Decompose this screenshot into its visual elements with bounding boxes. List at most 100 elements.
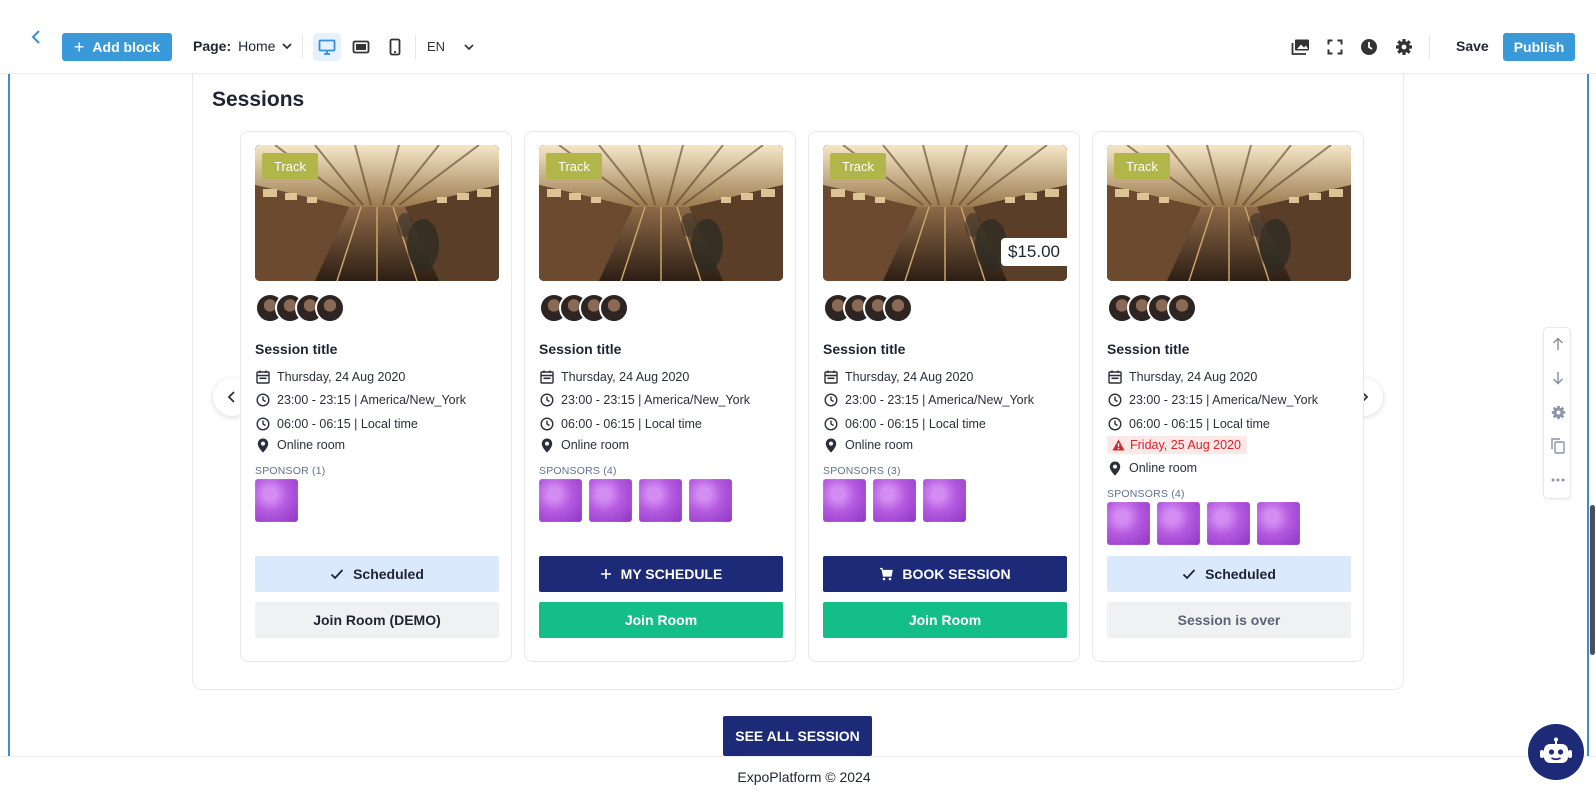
page-footer: ExpoPlatform © 2024	[0, 756, 1596, 797]
section-title: Sessions	[212, 88, 305, 111]
device-desktop-button[interactable]	[313, 33, 341, 61]
see-all-sessions-button[interactable]: SEE ALL SESSION	[723, 716, 872, 756]
session-card[interactable]: Track Session title Thursday, 24 Aug 202…	[240, 131, 512, 662]
more-options-button[interactable]	[1548, 470, 1568, 490]
sponsor-logo[interactable]	[823, 479, 866, 522]
session-title[interactable]: Session title	[823, 341, 905, 357]
sponsor-logo[interactable]	[689, 479, 732, 522]
gear-icon	[1396, 39, 1412, 55]
sponsor-logo[interactable]	[873, 479, 916, 522]
session-date-text: Thursday, 24 Aug 2020	[845, 370, 974, 384]
sponsor-logo[interactable]	[1257, 502, 1300, 545]
media-library-button[interactable]	[1289, 35, 1313, 59]
calendar-icon	[255, 370, 270, 385]
page-selector[interactable]: Page: Home	[193, 38, 294, 54]
session-primary-button[interactable]: BOOK SESSION	[823, 556, 1067, 592]
speaker-avatar[interactable]	[883, 293, 913, 323]
session-image: Track	[1107, 145, 1351, 281]
sponsor-logo[interactable]	[1157, 502, 1200, 545]
clock-icon	[539, 417, 554, 432]
sponsor-logo[interactable]	[255, 479, 298, 522]
speaker-avatar[interactable]	[315, 293, 345, 323]
session-room-text: Online room	[561, 438, 630, 452]
session-secondary-button-label: Session is over	[1177, 612, 1281, 628]
session-title[interactable]: Session title	[255, 341, 337, 357]
session-time-timezone-text: 23:00 - 23:15 | America/New_York	[561, 393, 751, 407]
clock-icon	[823, 417, 838, 432]
session-title[interactable]: Session title	[539, 341, 621, 357]
block-tools-panel	[1543, 327, 1571, 499]
session-primary-button[interactable]: Scheduled	[255, 556, 499, 592]
cart-icon	[879, 567, 894, 581]
history-icon	[1361, 39, 1377, 55]
session-secondary-button[interactable]: Join Room (DEMO)	[255, 602, 499, 638]
session-card[interactable]: Track $15.00 Session title Thursday, 24 …	[808, 131, 1080, 662]
session-card[interactable]: Track Session title Thursday, 24 Aug 202…	[524, 131, 796, 662]
speaker-avatar[interactable]	[599, 293, 629, 323]
sponsors-list	[539, 479, 739, 522]
session-secondary-button[interactable]: Join Room	[539, 602, 783, 638]
device-mobile-button[interactable]	[381, 33, 409, 61]
session-primary-button-label: MY SCHEDULE	[620, 566, 723, 582]
divider	[415, 35, 416, 59]
block-settings-button[interactable]	[1548, 402, 1568, 422]
publish-button[interactable]: Publish	[1503, 33, 1575, 61]
session-secondary-button[interactable]: Session is over	[1107, 602, 1351, 638]
move-down-button[interactable]	[1548, 368, 1568, 388]
session-secondary-button[interactable]: Join Room	[823, 602, 1067, 638]
session-date: Thursday, 24 Aug 2020	[255, 368, 405, 386]
session-primary-button-label: Scheduled	[1205, 566, 1276, 582]
tablet-icon	[352, 40, 370, 54]
session-primary-button[interactable]: Scheduled	[1107, 556, 1351, 592]
speaker-avatars	[1107, 293, 1207, 323]
session-card[interactable]: Track Session title Thursday, 24 Aug 202…	[1092, 131, 1364, 662]
footer-text: ExpoPlatform © 2024	[737, 769, 871, 785]
session-time-timezone: 23:00 - 23:15 | America/New_York	[539, 391, 750, 409]
add-block-button[interactable]: + Add block	[62, 33, 172, 61]
settings-button[interactable]	[1392, 35, 1416, 59]
chatbot-button[interactable]	[1528, 724, 1584, 780]
check-icon	[1182, 568, 1196, 580]
gear-icon	[1551, 405, 1565, 419]
session-time-local: 06:00 - 06:15 | Local time	[1107, 415, 1270, 433]
location-pin-icon	[1107, 461, 1122, 476]
divider	[302, 35, 303, 59]
session-room-text: Online room	[277, 438, 346, 452]
move-up-button[interactable]	[1548, 334, 1568, 354]
session-time-timezone-text: 23:00 - 23:15 | America/New_York	[277, 393, 467, 407]
chevron-left-icon	[227, 391, 235, 403]
track-badge: Track	[1114, 153, 1170, 179]
back-button[interactable]	[26, 0, 46, 74]
language-selector[interactable]: EN	[427, 39, 476, 54]
session-room-text: Online room	[845, 438, 914, 452]
editor-toolbar: + Add block Page: Home EN Save Publish	[0, 0, 1596, 74]
divider	[1429, 35, 1430, 59]
session-date: Thursday, 24 Aug 2020	[823, 368, 973, 386]
sponsor-logo[interactable]	[1107, 502, 1150, 545]
scrollbar-thumb[interactable]	[1590, 505, 1595, 655]
session-date-warning-text: Friday, 25 Aug 2020	[1130, 438, 1241, 452]
sponsor-logo[interactable]	[589, 479, 632, 522]
sponsor-logo[interactable]	[539, 479, 582, 522]
check-icon	[330, 568, 344, 580]
sponsor-logo[interactable]	[923, 479, 966, 522]
more-icon	[1551, 478, 1565, 482]
session-secondary-button-label: Join Room	[908, 612, 982, 628]
session-time-timezone: 23:00 - 23:15 | America/New_York	[255, 391, 466, 409]
sponsor-logo[interactable]	[639, 479, 682, 522]
session-primary-button[interactable]: MY SCHEDULE	[539, 556, 783, 592]
clock-icon	[539, 393, 554, 408]
duplicate-block-button[interactable]	[1548, 436, 1568, 456]
history-button[interactable]	[1357, 35, 1381, 59]
sponsors-label: SPONSORS (4)	[539, 465, 617, 477]
save-button[interactable]: Save	[1456, 38, 1489, 54]
alert-icon	[1112, 439, 1125, 451]
sponsor-logo[interactable]	[1207, 502, 1250, 545]
speaker-avatar[interactable]	[1167, 293, 1197, 323]
fullscreen-button[interactable]	[1323, 35, 1347, 59]
session-time-local: 06:00 - 06:15 | Local time	[539, 415, 702, 433]
clock-icon	[823, 393, 838, 408]
device-tablet-button[interactable]	[347, 33, 375, 61]
location-pin-icon	[255, 438, 270, 453]
session-title[interactable]: Session title	[1107, 341, 1189, 357]
